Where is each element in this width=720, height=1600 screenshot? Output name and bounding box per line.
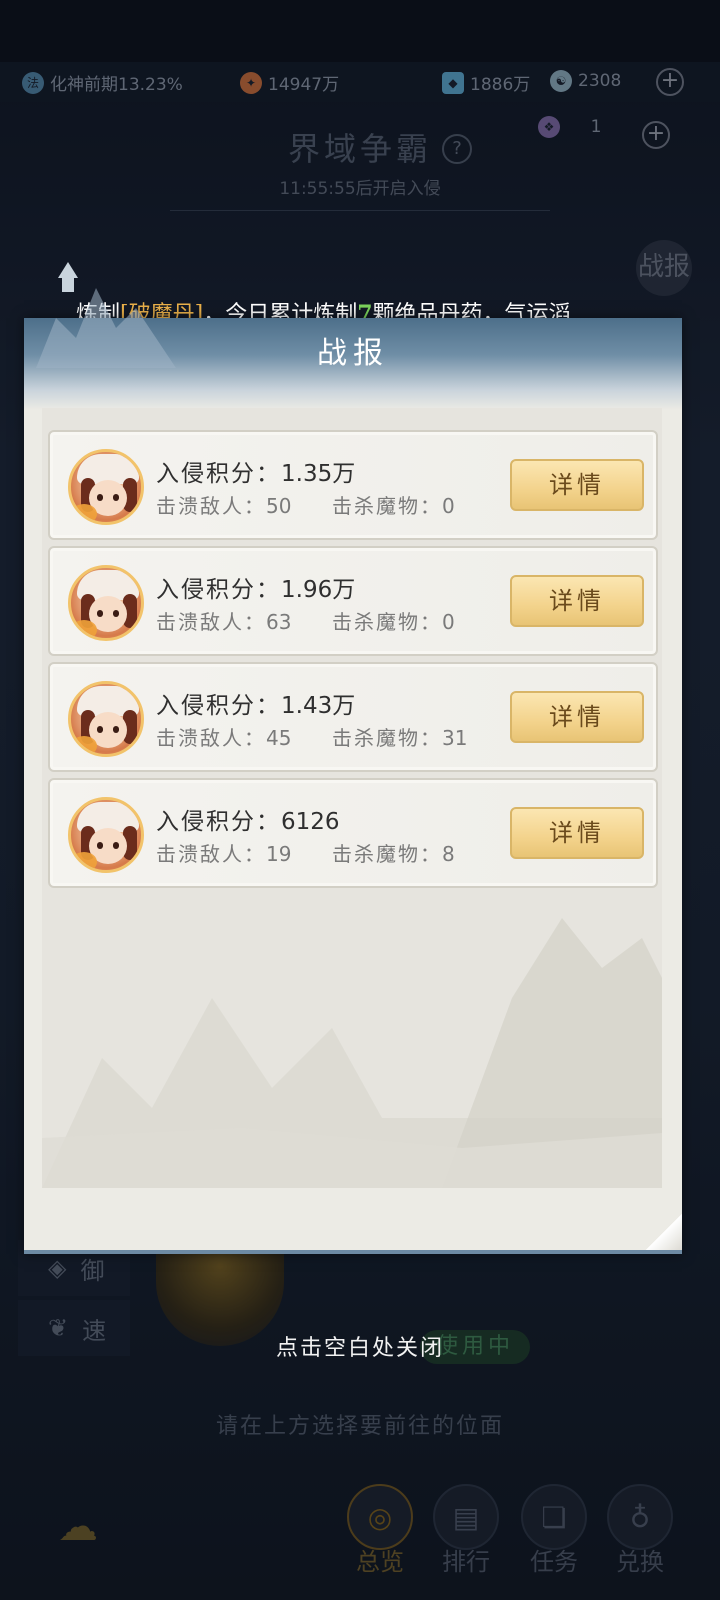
record-stats: 击溃敌人：63 击杀魔物：0	[156, 606, 455, 635]
killed-value: 0	[442, 494, 455, 518]
killed-stat: 击杀魔物：31	[332, 722, 467, 751]
killed-label: 击杀魔物：	[332, 610, 442, 634]
invasion-score-value: 1.43万	[281, 693, 356, 719]
killed-stat: 击杀魔物：0	[332, 606, 455, 635]
ink-landscape-icon	[42, 918, 662, 1188]
invasion-score-label: 入侵积分：	[156, 809, 281, 835]
close-hint[interactable]: 点击空白处关闭	[0, 1330, 720, 1362]
avatar	[68, 449, 144, 525]
details-button[interactable]: 详情	[510, 691, 644, 743]
routed-value: 63	[266, 610, 292, 634]
invasion-score: 入侵积分：6126	[156, 802, 340, 836]
avatar	[68, 565, 144, 641]
modal-bottom-border	[24, 1250, 682, 1254]
record-stats: 击溃敌人：19 击杀魔物：8	[156, 838, 455, 867]
invasion-score: 入侵积分：1.96万	[156, 570, 355, 604]
routed-value: 50	[266, 494, 292, 518]
page-curl	[642, 1214, 682, 1254]
killed-value: 8	[442, 842, 455, 866]
routed-label: 击溃敌人：	[156, 842, 266, 866]
details-button[interactable]: 详情	[510, 575, 644, 627]
killed-value: 31	[442, 726, 468, 750]
routed-label: 击溃敌人：	[156, 610, 266, 634]
details-button[interactable]: 详情	[510, 459, 644, 511]
avatar	[68, 681, 144, 757]
invasion-score-label: 入侵积分：	[156, 693, 281, 719]
report-record: 入侵积分：1.35万 击溃敌人：50 击杀魔物：0 详情	[48, 430, 658, 540]
routed-value: 45	[266, 726, 292, 750]
invasion-score: 入侵积分：1.35万	[156, 454, 355, 488]
routed-value: 19	[266, 842, 292, 866]
report-record: 入侵积分：6126 击溃敌人：19 击杀魔物：8 详情	[48, 778, 658, 888]
modal-title: 战报	[317, 336, 389, 371]
report-record: 入侵积分：1.96万 击溃敌人：63 击杀魔物：0 详情	[48, 546, 658, 656]
routed-label: 击溃敌人：	[156, 726, 266, 750]
avatar	[68, 797, 144, 873]
invasion-score-label: 入侵积分：	[156, 461, 281, 487]
killed-stat: 击杀魔物：8	[332, 838, 455, 867]
routed-label: 击溃敌人：	[156, 494, 266, 518]
details-button[interactable]: 详情	[510, 807, 644, 859]
killed-label: 击杀魔物：	[332, 842, 442, 866]
invasion-score: 入侵积分：1.43万	[156, 686, 355, 720]
invasion-score-value: 6126	[281, 809, 340, 835]
killed-label: 击杀魔物：	[332, 726, 442, 750]
battle-report-modal: 战报 入侵积分：1.35万 击溃敌人：50 击杀魔物：0 详情 入侵积分：1.9…	[24, 262, 682, 1254]
record-stats: 击溃敌人：50 击杀魔物：0	[156, 490, 455, 519]
invasion-score-label: 入侵积分：	[156, 577, 281, 603]
invasion-score-value: 1.96万	[281, 577, 356, 603]
invasion-score-value: 1.35万	[281, 461, 356, 487]
record-stats: 击溃敌人：45 击杀魔物：31	[156, 722, 467, 751]
killed-label: 击杀魔物：	[332, 494, 442, 518]
report-record: 入侵积分：1.43万 击溃敌人：45 击杀魔物：31 详情	[48, 662, 658, 772]
killed-value: 0	[442, 610, 455, 634]
killed-stat: 击杀魔物：0	[332, 490, 455, 519]
